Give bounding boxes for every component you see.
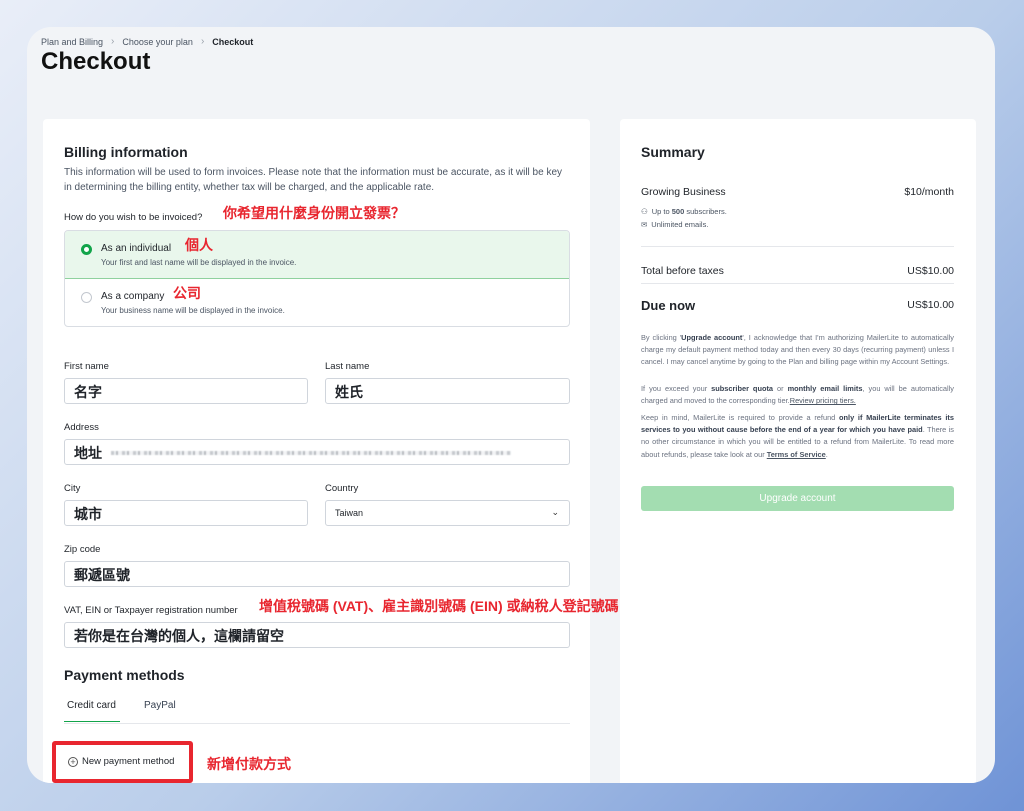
radio-company-label: As a company <box>101 291 165 302</box>
review-pricing-link[interactable]: Review pricing tiers. <box>790 396 856 405</box>
emails-text: Unlimited emails. <box>651 220 709 229</box>
plan-name: Growing Business <box>641 186 726 198</box>
subscribers-suffix: subscribers. <box>684 207 727 216</box>
new-payment-method-button[interactable]: + New payment method <box>52 741 193 783</box>
address-value: 地址 <box>74 445 102 461</box>
city-label: City <box>64 483 81 494</box>
vat-label: VAT, EIN or Taxpayer registration number <box>64 605 238 616</box>
zip-input[interactable]: 郵遞區號 <box>64 561 570 587</box>
chevron-right-icon: › <box>200 36 205 47</box>
new-payment-method-annotation: 新增付款方式 <box>207 756 291 772</box>
legal-text: By clicking ' <box>641 333 682 342</box>
subscribers-info: ⚇ Up to 500 subscribers. <box>641 207 727 216</box>
payment-methods-title: Payment methods <box>64 667 185 683</box>
emails-info: ✉ Unlimited emails. <box>641 220 708 229</box>
address-input[interactable]: 地址 <box>64 439 570 465</box>
divider <box>641 283 954 284</box>
legal-overage: If you exceed your subscriber quota or m… <box>641 383 954 407</box>
total-label: Total before taxes <box>641 265 724 277</box>
subscribers-prefix: Up to <box>651 207 672 216</box>
due-label: Due now <box>641 298 696 313</box>
upgrade-account-button[interactable]: Upgrade account <box>641 486 954 511</box>
payment-tabs: Credit card PayPal <box>64 694 570 724</box>
vat-input[interactable]: 若你是在台灣的個人，這欄請留空 <box>64 622 570 648</box>
radio-individual-subtitle: Your first and last name will be display… <box>101 258 297 267</box>
address-label: Address <box>64 422 99 433</box>
billing-title: Billing information <box>64 144 188 160</box>
vat-annotation: 增值稅號碼 (VAT)、雇主識別號碼 (EIN) 或納稅人登記號碼 <box>259 598 619 614</box>
radio-company-subtitle: Your business name will be displayed in … <box>101 306 285 315</box>
user-icon: ⚇ <box>641 207 648 216</box>
plus-circle-icon: + <box>68 756 78 767</box>
billing-description: This information will be used to form in… <box>64 167 563 193</box>
country-select[interactable]: Taiwan ⌄ <box>325 500 570 526</box>
new-payment-method-label: New payment method <box>82 756 175 767</box>
legal-refund: Keep in mind, MailerLite is required to … <box>641 412 954 461</box>
plan-price: $10/month <box>904 186 954 198</box>
legal-text: or <box>773 384 788 393</box>
legal-text: . <box>825 449 828 459</box>
individual-annotation: 個人 <box>185 237 213 253</box>
zip-value: 郵遞區號 <box>74 567 130 583</box>
country-value: Taiwan <box>335 508 364 518</box>
last-name-input[interactable]: 姓氏 <box>325 378 570 404</box>
last-name-label: Last name <box>325 361 370 372</box>
total-value: US$10.00 <box>907 265 954 277</box>
city-input[interactable]: 城市 <box>64 500 308 526</box>
tab-paypal[interactable]: PayPal <box>144 700 176 711</box>
first-name-input[interactable]: 名字 <box>64 378 308 404</box>
radio-company[interactable]: As a company 公司 Your business name will … <box>65 279 569 326</box>
mail-icon: ✉ <box>641 220 648 229</box>
invoice-question-annotation: 你希望用什麼身份開立發票？ <box>223 205 405 221</box>
invoice-type-radio-group: As an individual 個人 Your first and last … <box>64 230 570 327</box>
legal-bold: Upgrade account <box>681 333 743 342</box>
city-value: 城市 <box>74 506 102 522</box>
company-annotation: 公司 <box>173 285 201 301</box>
subscribers-count: 500 <box>671 207 685 216</box>
breadcrumb-plan-billing[interactable]: Plan and Billing <box>41 37 103 47</box>
breadcrumb: Plan and Billing › Choose your plan › Ch… <box>41 36 253 47</box>
country-label: Country <box>325 483 359 494</box>
breadcrumb-checkout: Checkout <box>212 36 254 47</box>
legal-text: Keep in mind, MailerLite is required to … <box>641 413 839 422</box>
first-name-label: First name <box>64 361 109 372</box>
legal-text: If you exceed your <box>641 384 712 393</box>
terms-of-service-link[interactable]: Terms of Service <box>767 450 826 459</box>
radio-individual[interactable]: As an individual 個人 Your first and last … <box>65 231 569 279</box>
billing-card: Billing information This information wil… <box>43 119 619 783</box>
breadcrumb-choose-plan[interactable]: Choose your plan <box>122 37 193 47</box>
summary-card: Summary Growing Business $10/month ⚇ Up … <box>620 119 976 783</box>
radio-checked-icon[interactable] <box>81 244 92 255</box>
first-name-value: 名字 <box>74 384 102 400</box>
divider <box>641 246 954 247</box>
app-window: Plan and Billing › Choose your plan › Ch… <box>27 27 995 783</box>
vat-value: 若你是在台灣的個人，這欄請留空 <box>74 628 284 644</box>
last-name-value: 姓氏 <box>335 384 363 400</box>
radio-individual-label: As an individual <box>101 243 172 254</box>
page-title: Checkout <box>41 48 151 75</box>
chevron-down-icon: ⌄ <box>551 507 559 517</box>
legal-authorization: By clicking 'Upgrade account', I acknowl… <box>641 332 954 369</box>
summary-title: Summary <box>641 144 705 160</box>
zip-label: Zip code <box>64 544 101 555</box>
legal-bold: subscriber quota <box>711 384 774 393</box>
tab-credit-card[interactable]: Credit card <box>64 700 120 722</box>
invoice-question: How do you wish to be invoiced? <box>64 212 203 223</box>
chevron-right-icon: › <box>111 36 115 47</box>
address-redacted <box>111 451 511 455</box>
due-value: US$10.00 <box>907 299 954 311</box>
legal-bold: monthly email limits <box>787 384 863 393</box>
radio-unchecked-icon[interactable] <box>81 292 92 303</box>
